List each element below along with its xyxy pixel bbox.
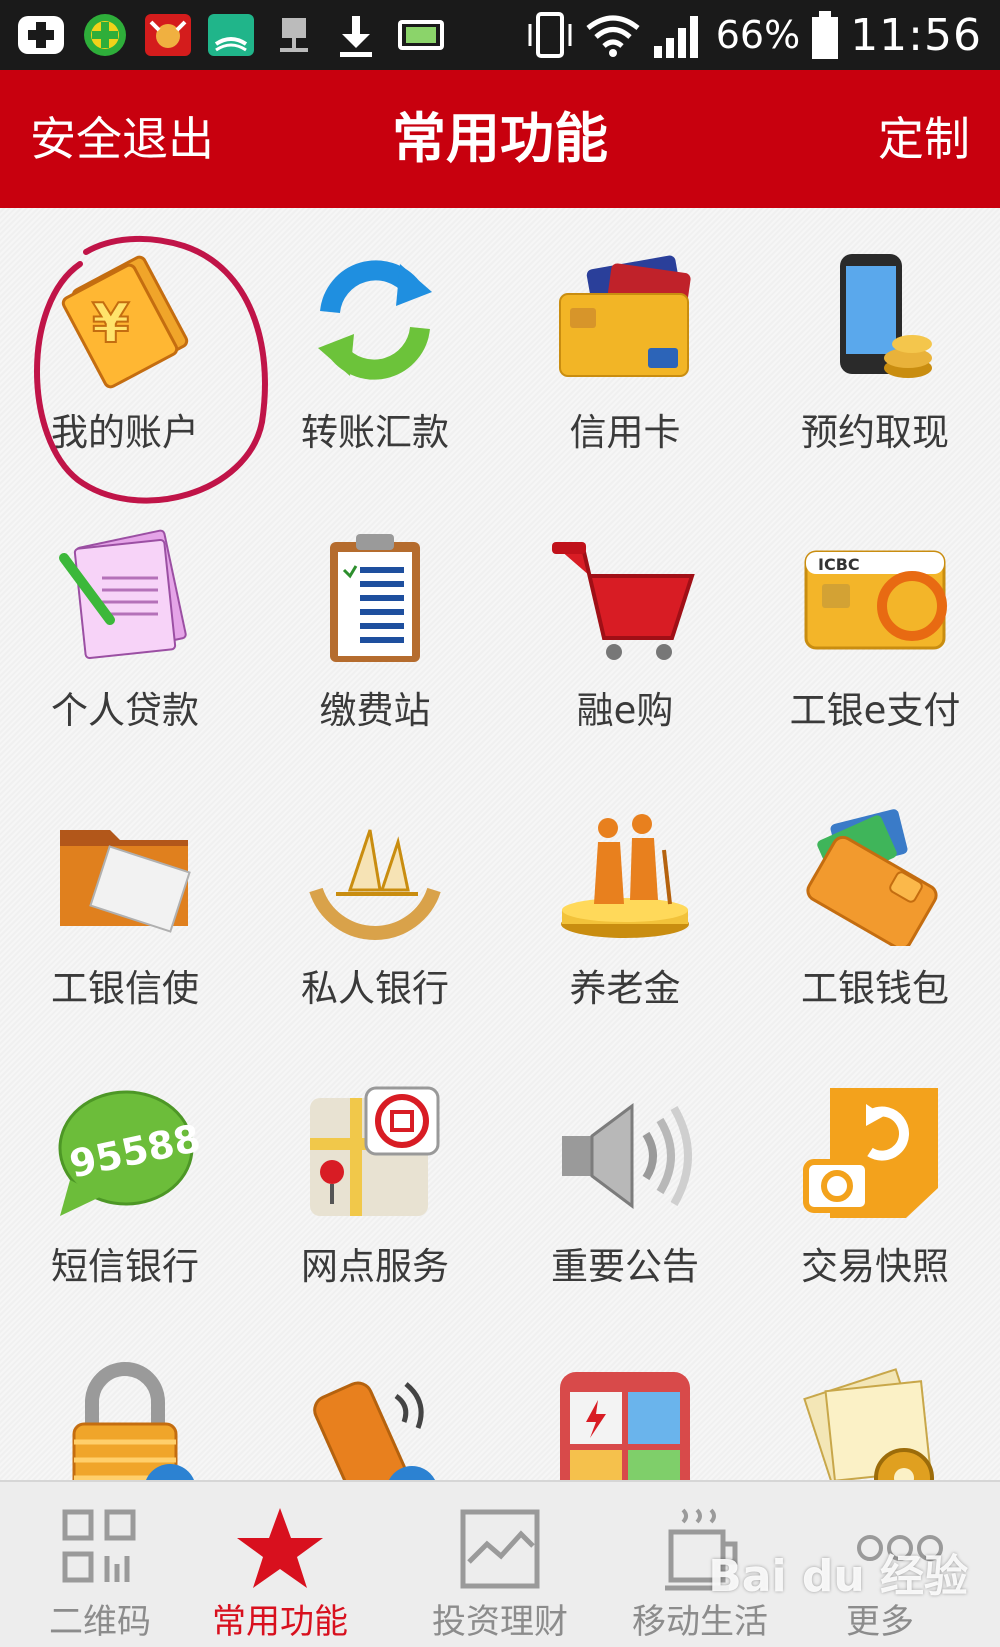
battery-app-icon: [398, 20, 444, 50]
nav-label: 投资理财: [432, 1602, 568, 1642]
nav-label: 移动生活: [632, 1602, 768, 1642]
tile-payment-station[interactable]: 缴费站: [250, 486, 500, 764]
nav-more[interactable]: 更多: [780, 1482, 980, 1647]
tile-cash-reservation[interactable]: 预约取现: [750, 208, 1000, 486]
tile-utilities[interactable]: [500, 1320, 750, 1480]
tile-label: 预约取现: [801, 411, 949, 454]
sms-bubble-icon: 95588: [58, 1090, 200, 1216]
tile-personal-loan[interactable]: 个人贷款: [0, 486, 250, 764]
signal-icon: [653, 16, 698, 58]
tile-label: 工银钱包: [801, 967, 949, 1010]
nav-common-functions[interactable]: 常用功能: [180, 1482, 380, 1647]
more-dots-icon: [857, 1535, 943, 1561]
word-app-icon: [208, 14, 254, 56]
network-icon: [280, 18, 308, 52]
svg-text:ICBC: ICBC: [818, 555, 860, 574]
account-book-icon: ¥: [61, 255, 189, 389]
icbc-card-icon: ICBC: [804, 550, 947, 650]
tile-transfer[interactable]: 转账汇款: [250, 208, 500, 486]
nav-label: 常用功能: [212, 1602, 348, 1642]
tile-icbc-e-pay[interactable]: ICBC 工银e支付: [750, 486, 1000, 764]
logout-button[interactable]: 安全退出: [30, 70, 214, 208]
tile-label: 养老金: [569, 967, 681, 1010]
transfer-arrows-icon: [318, 260, 432, 380]
tile-label: 短信银行: [51, 1245, 199, 1288]
tile-label: 我的账户: [51, 411, 199, 454]
elderly-podium-icon: [561, 814, 689, 938]
tile-label: 缴费站: [319, 689, 431, 732]
settings-docs-icon: [803, 1368, 934, 1480]
nav-mobile-life[interactable]: 移动生活: [600, 1482, 800, 1647]
coffee-cup-icon: [665, 1508, 738, 1591]
tile-label: 工银e支付: [789, 689, 961, 732]
bottom-nav: 二维码 常用功能 投资理财 移动生活 更多: [0, 1480, 1000, 1647]
speaker-icon: [562, 1103, 692, 1209]
utilities-icon: [560, 1372, 690, 1480]
tile-announcements[interactable]: 重要公告: [500, 1042, 750, 1320]
qr-code-icon: [62, 1509, 136, 1583]
credit-card-icon: [559, 255, 691, 377]
tile-my-account[interactable]: ¥ 我的账户: [0, 208, 250, 486]
star-icon: [237, 1508, 323, 1588]
tile-label: 网点服务: [301, 1245, 449, 1288]
tile-label: 转账汇款: [301, 411, 449, 454]
branch-map-icon: [310, 1086, 440, 1216]
tile-icbc-wallet[interactable]: 工银钱包: [750, 764, 1000, 1042]
nav-label: 二维码: [49, 1602, 151, 1642]
wallet-icon: [806, 809, 938, 946]
function-grid: ¥ 我的账户 转账汇款 信用卡 预约取现 个人贷款 缴费站 融e购 ICBC 工…: [0, 208, 1000, 1480]
app-header: 常用功能 安全退出 定制: [0, 70, 1000, 208]
clover-icon: [84, 14, 126, 56]
tile-icbc-messenger[interactable]: 工银信使: [0, 764, 250, 1042]
status-right: 66% 11:56: [526, 0, 982, 70]
nav-investment[interactable]: 投资理财: [400, 1482, 600, 1647]
sailboat-icon: [309, 829, 441, 940]
add-app-icon: [18, 16, 64, 54]
nav-label: 更多: [846, 1602, 914, 1642]
tile-label: 重要公告: [551, 1245, 699, 1288]
tile-pension[interactable]: 养老金: [500, 764, 750, 1042]
status-bar: 66% 11:56: [0, 0, 1000, 70]
customize-button[interactable]: 定制: [878, 70, 970, 208]
tile-label: 私人银行: [301, 967, 449, 1010]
tile-settings-docs[interactable]: [750, 1320, 1000, 1480]
tile-label: 信用卡: [569, 411, 681, 454]
tile-private-banking[interactable]: 私人银行: [250, 764, 500, 1042]
snapshot-icon: [803, 1088, 938, 1218]
tile-rong-e-gou[interactable]: 融e购: [500, 486, 750, 764]
tile-credit-card[interactable]: 信用卡: [500, 208, 750, 486]
tile-label: 交易快照: [801, 1245, 949, 1288]
bull-app-icon: [145, 14, 191, 56]
clipboard-icon: [330, 534, 420, 662]
tile-label: 融e购: [576, 689, 674, 732]
mail-folder-icon: [60, 830, 191, 933]
vibrate-icon: [528, 12, 572, 58]
tile-branch-service[interactable]: 网点服务: [250, 1042, 500, 1320]
mobile-phone-icon: [313, 1381, 436, 1480]
battery-percent: 66%: [715, 13, 801, 57]
download-icon: [340, 16, 372, 57]
svg-text:¥: ¥: [92, 292, 130, 355]
padlock-icon: [72, 1362, 194, 1480]
tile-mobile-phone[interactable]: [250, 1320, 500, 1480]
clock: 11:56: [850, 9, 982, 61]
chart-icon: [460, 1509, 540, 1589]
tile-label: 工银信使: [51, 967, 199, 1010]
nav-qr-code[interactable]: 二维码: [0, 1482, 200, 1647]
shopping-cart-icon: [552, 542, 695, 660]
tile-transaction-snapshot[interactable]: 交易快照: [750, 1042, 1000, 1320]
phone-coins-icon: [840, 254, 932, 378]
tile-sms-banking[interactable]: 95588 短信银行: [0, 1042, 250, 1320]
tile-security-lock[interactable]: [0, 1320, 250, 1480]
wifi-icon: [586, 15, 640, 57]
battery-icon: [812, 11, 839, 59]
tile-label: 个人贷款: [51, 689, 199, 732]
loan-form-icon: [59, 529, 187, 660]
